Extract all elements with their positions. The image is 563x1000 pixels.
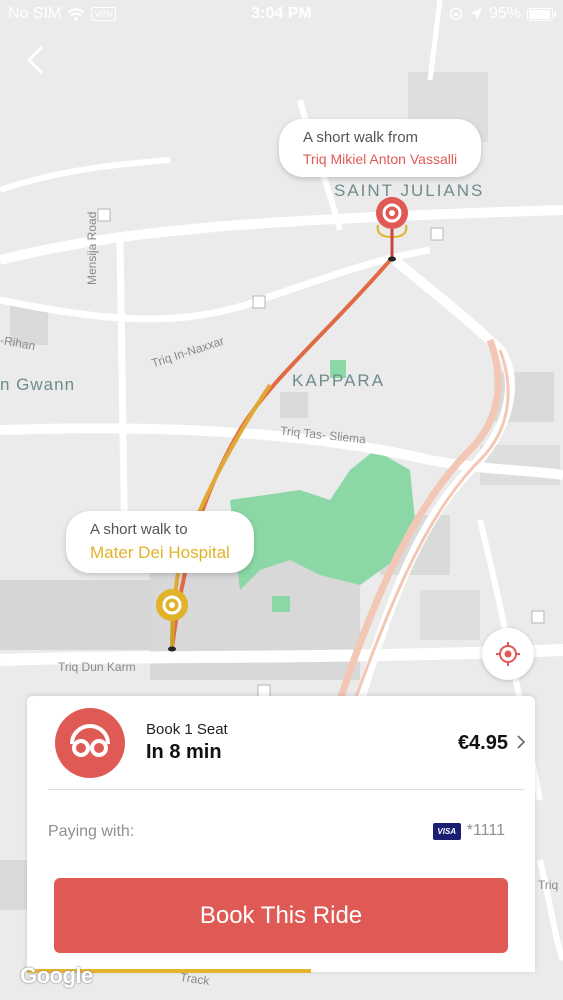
pickup-pin-icon[interactable]	[370, 195, 414, 265]
battery-fill	[529, 9, 550, 19]
street-label-triq-dun-karm: Triq Dun Karm	[58, 660, 136, 674]
map-label-kappara: KAPPARA	[292, 371, 386, 390]
map-label-gwann: n Gwann	[0, 375, 76, 394]
dropoff-pin-icon[interactable]	[150, 585, 194, 655]
status-right: 95%	[449, 5, 556, 23]
payment-method-selector[interactable]: VISA *1111	[432, 822, 505, 840]
dropoff-callout-title: A short walk to	[90, 521, 188, 538]
battery-percent: 95%	[488, 5, 521, 22]
dropoff-callout-location: Mater Dei Hospital	[90, 543, 230, 562]
ride-eta: In 8 min	[146, 741, 222, 763]
street-label-triq: Triq	[538, 878, 559, 892]
ride-title: Book 1 Seat	[146, 721, 228, 738]
orientation-lock-icon	[449, 7, 463, 21]
recenter-location-button[interactable]	[482, 628, 534, 680]
ride-option-row[interactable]: Book 1 Seat In 8 min €4.95	[27, 696, 535, 790]
status-bar: No SIM VPN 3:04 PM 95%	[0, 0, 563, 30]
card-divider	[48, 789, 524, 790]
brand-logo	[55, 708, 125, 778]
book-ride-button[interactable]: Book This Ride	[54, 878, 508, 953]
back-button[interactable]	[18, 42, 54, 78]
ride-price: €4.95	[457, 732, 508, 754]
street-label-mensija-road: Mensija Road	[85, 211, 99, 285]
screen: SAINT JULIANS KAPPARA n Gwann Mensija Ro…	[0, 0, 563, 1000]
battery-cap	[554, 11, 556, 17]
visa-card-icon: VISA	[432, 822, 461, 840]
google-logo: Google	[20, 963, 93, 988]
dropoff-callout[interactable]: A short walk to Mater Dei Hospital	[66, 511, 254, 573]
chevron-left-icon	[27, 46, 43, 74]
chevron-right-icon	[517, 735, 526, 749]
booking-card: Book 1 Seat In 8 min €4.95 Paying with: …	[27, 696, 535, 972]
payment-label: Paying with:	[48, 823, 135, 840]
card-number: *1111	[466, 822, 505, 839]
location-arrow-icon	[469, 8, 482, 20]
ride-brand-icon	[70, 723, 110, 757]
loading-progress-bar	[27, 969, 535, 973]
pickup-callout-location: Triq Mikiel Anton Vassalli	[303, 151, 458, 167]
battery-icon	[527, 7, 556, 21]
pickup-callout[interactable]: A short walk from Triq Mikiel Anton Vass…	[279, 119, 482, 177]
crosshair-icon	[496, 642, 520, 666]
pickup-callout-title: A short walk from	[303, 129, 419, 146]
